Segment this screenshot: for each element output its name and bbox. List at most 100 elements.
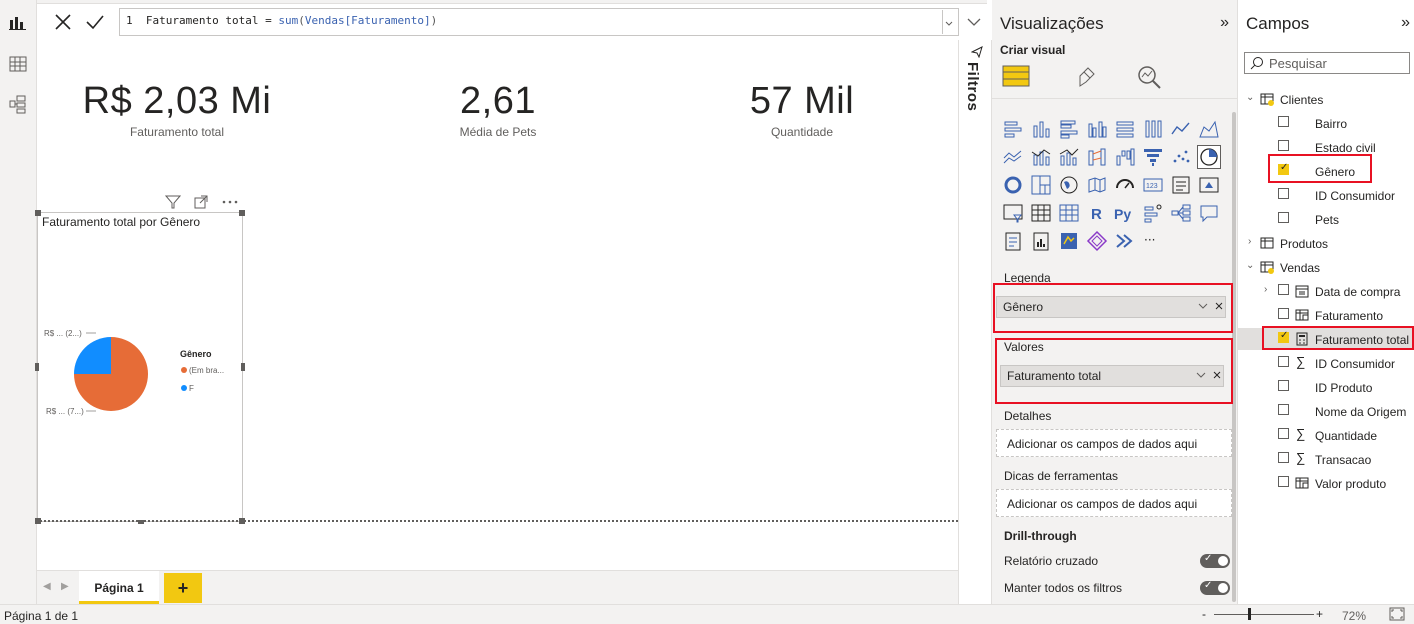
kpi-number-icon[interactable]: 123 bbox=[1142, 174, 1164, 196]
zoom-out-button[interactable]: - bbox=[1202, 607, 1206, 621]
clustered-bar-icon[interactable] bbox=[1058, 118, 1080, 140]
table-produtos[interactable]: › Produtos bbox=[1238, 232, 1414, 254]
field-checkbox[interactable] bbox=[1278, 188, 1289, 199]
pie-chart-visual[interactable]: Faturamento total por Gênero R$ ... (2..… bbox=[35, 210, 245, 524]
cross-report-toggle[interactable] bbox=[1200, 553, 1230, 568]
cancel-formula-icon[interactable] bbox=[51, 10, 75, 34]
fields-well-icon[interactable] bbox=[1000, 60, 1032, 94]
slicer-icon[interactable] bbox=[1002, 202, 1024, 224]
more-visuals-icon[interactable]: ··· bbox=[1142, 230, 1164, 252]
clustered-column-icon[interactable] bbox=[1086, 118, 1108, 140]
stacked-bar-icon[interactable] bbox=[1002, 118, 1024, 140]
power-apps-icon[interactable] bbox=[1086, 230, 1108, 252]
data-view-icon[interactable] bbox=[8, 54, 28, 74]
100-stacked-bar-icon[interactable] bbox=[1114, 118, 1136, 140]
kpi-card-pets[interactable]: 2,61 Média de Pets bbox=[348, 80, 648, 139]
field-quantidade[interactable]: ∑ Quantidade bbox=[1238, 424, 1414, 446]
smart-narrative-icon[interactable] bbox=[1002, 230, 1024, 252]
field-valor-produto[interactable]: Valor produto bbox=[1238, 472, 1414, 494]
r-visual-icon[interactable]: R bbox=[1086, 202, 1108, 224]
matrix-icon[interactable] bbox=[1058, 202, 1080, 224]
more-options-icon[interactable] bbox=[221, 194, 239, 210]
filled-map-icon[interactable] bbox=[1086, 174, 1108, 196]
zoom-in-button[interactable]: + bbox=[1316, 607, 1323, 621]
line-clustered-column-icon[interactable] bbox=[1058, 146, 1080, 168]
field-checkbox[interactable] bbox=[1278, 212, 1289, 223]
line-stacked-column-icon[interactable] bbox=[1030, 146, 1052, 168]
pie-chart-icon[interactable] bbox=[1197, 145, 1221, 169]
filters-pane-collapsed[interactable]: Filtros bbox=[958, 40, 992, 604]
expand-formula-icon[interactable] bbox=[963, 10, 985, 34]
field-bairro[interactable]: Bairro bbox=[1238, 112, 1414, 134]
table-vendas[interactable]: ⌄ Vendas bbox=[1238, 256, 1414, 278]
field-checkbox[interactable] bbox=[1278, 356, 1289, 367]
funnel-icon[interactable] bbox=[1142, 146, 1164, 168]
prev-page-icon[interactable]: ◀ bbox=[43, 581, 51, 592]
field-checkbox[interactable] bbox=[1278, 284, 1289, 295]
formula-scrollbar[interactable] bbox=[942, 10, 956, 34]
field-checkbox[interactable] bbox=[1278, 116, 1289, 127]
azure-map-icon[interactable] bbox=[1058, 230, 1080, 252]
area-chart-icon[interactable] bbox=[1198, 118, 1220, 140]
map-globe-icon[interactable] bbox=[1058, 174, 1080, 196]
fit-to-page-icon[interactable] bbox=[1389, 607, 1405, 621]
power-automate-icon[interactable] bbox=[1114, 230, 1136, 252]
details-drop-zone[interactable]: Adicionar os campos de dados aqui bbox=[996, 429, 1232, 457]
multi-row-card-icon[interactable] bbox=[1170, 174, 1192, 196]
scatter-icon[interactable] bbox=[1170, 146, 1192, 168]
field-nome-da-origem[interactable]: Nome da Origem bbox=[1238, 400, 1414, 422]
next-page-icon[interactable]: ▶ bbox=[61, 581, 69, 592]
decomposition-tree-icon[interactable] bbox=[1170, 202, 1192, 224]
page-tab-1[interactable]: Página 1 bbox=[79, 571, 159, 605]
field-pets[interactable]: Pets bbox=[1238, 208, 1414, 230]
stacked-column-icon[interactable] bbox=[1030, 118, 1052, 140]
treemap-icon[interactable] bbox=[1030, 174, 1052, 196]
field-id-consumidor[interactable]: ID Consumidor bbox=[1238, 184, 1414, 206]
chevron-down-icon[interactable]: ⌄ bbox=[1246, 260, 1254, 271]
field-checkbox[interactable] bbox=[1278, 452, 1289, 463]
paginated-report-icon[interactable] bbox=[1030, 230, 1052, 252]
chevron-right-icon[interactable]: › bbox=[1248, 236, 1251, 247]
table-clientes[interactable]: ⌄ Clientes bbox=[1238, 88, 1414, 110]
tooltips-drop-zone[interactable]: Adicionar os campos de dados aqui bbox=[996, 489, 1232, 517]
keep-filters-toggle[interactable] bbox=[1200, 580, 1230, 595]
field-faturamento[interactable]: Faturamento bbox=[1238, 304, 1414, 326]
field-checkbox[interactable] bbox=[1278, 140, 1289, 151]
legend-item[interactable]: (Em bra... bbox=[189, 366, 224, 375]
donut-icon[interactable] bbox=[1002, 174, 1024, 196]
zoom-slider[interactable] bbox=[1214, 614, 1314, 615]
field-checkbox[interactable] bbox=[1278, 308, 1289, 319]
report-view-icon[interactable] bbox=[8, 12, 28, 32]
format-paintbrush-icon[interactable] bbox=[1070, 60, 1102, 94]
filter-icon[interactable] bbox=[165, 194, 181, 210]
pie-slice-f[interactable] bbox=[74, 337, 111, 374]
kpi-triangle-icon[interactable] bbox=[1198, 174, 1220, 196]
zoom-slider-thumb[interactable] bbox=[1248, 608, 1251, 620]
shape-map-icon[interactable] bbox=[1114, 174, 1136, 196]
collapse-fields-icon[interactable]: » bbox=[1401, 14, 1410, 32]
field-checkbox[interactable] bbox=[1278, 404, 1289, 415]
chevron-down-icon[interactable]: ⌄ bbox=[1246, 92, 1254, 103]
key-influencers-icon[interactable] bbox=[1142, 202, 1164, 224]
formula-input[interactable]: 1 Faturamento total = sum(Vendas[Faturam… bbox=[119, 8, 959, 36]
field-data-de-compra[interactable]: › Data de compra bbox=[1238, 280, 1414, 302]
focus-mode-icon[interactable] bbox=[193, 194, 209, 210]
filters-expand-icon[interactable] bbox=[971, 46, 983, 58]
commit-formula-icon[interactable] bbox=[83, 10, 107, 34]
model-view-icon[interactable] bbox=[8, 94, 28, 114]
analytics-magnifier-icon[interactable] bbox=[1134, 60, 1166, 94]
field-checkbox[interactable] bbox=[1278, 380, 1289, 391]
chevron-right-icon[interactable]: › bbox=[1264, 284, 1267, 295]
table-icon[interactable] bbox=[1030, 202, 1052, 224]
python-visual-icon[interactable]: Py bbox=[1114, 202, 1136, 224]
field-checkbox[interactable] bbox=[1278, 428, 1289, 439]
waterfall-icon[interactable] bbox=[1114, 146, 1136, 168]
line-chart-icon[interactable] bbox=[1170, 118, 1192, 140]
stacked-area-icon[interactable] bbox=[1002, 146, 1024, 168]
qna-icon[interactable] bbox=[1198, 202, 1220, 224]
field-id-produto[interactable]: ID Produto bbox=[1238, 376, 1414, 398]
kpi-card-faturamento[interactable]: R$ 2,03 Mi Faturamento total bbox=[27, 80, 327, 139]
100-stacked-column-icon[interactable] bbox=[1142, 118, 1164, 140]
field-id-consumidor-vendas[interactable]: ∑ ID Consumidor bbox=[1238, 352, 1414, 374]
field-checkbox[interactable] bbox=[1278, 476, 1289, 487]
